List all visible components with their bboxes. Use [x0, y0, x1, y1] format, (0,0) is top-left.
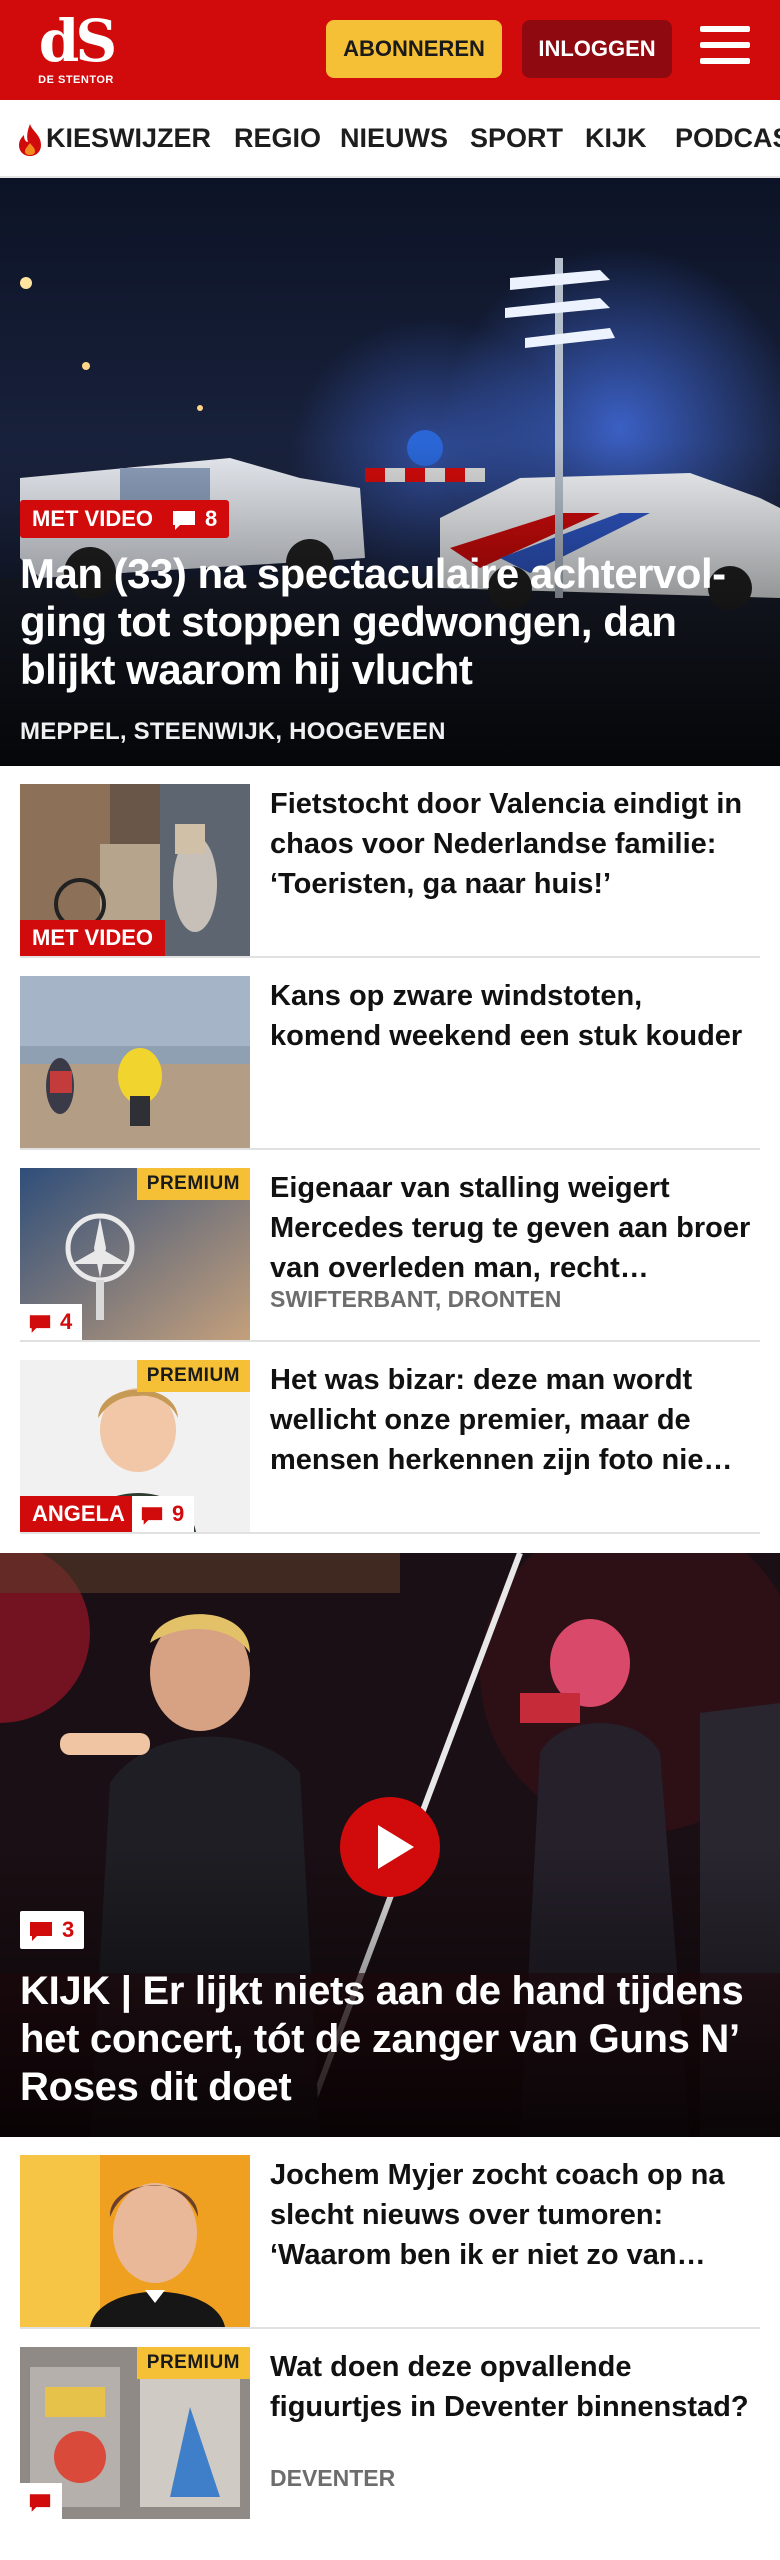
article-thumbnail: PREMIUM: [20, 2347, 250, 2519]
comment-count-value: 3: [62, 1917, 75, 1942]
list-item[interactable]: Jochem Myjer zocht coach op na slecht ni…: [20, 2137, 760, 2329]
video-badge: MET VIDEO: [20, 920, 166, 956]
nav-item-regio[interactable]: REGIO: [234, 100, 321, 176]
login-button[interactable]: INLOGGEN: [522, 20, 672, 78]
article-title[interactable]: Eigenaar van stalling weigert Mercedes t…: [270, 1168, 760, 1288]
premium-badge: PREMIUM: [136, 2347, 250, 2379]
logo-subtitle: DE STENTOR: [38, 74, 114, 86]
comment-count[interactable]: 3: [20, 1911, 85, 1949]
premium-badge: PREMIUM: [136, 1360, 250, 1392]
premium-badge: PREMIUM: [136, 1168, 250, 1200]
nav-item-sport[interactable]: SPORT: [470, 100, 563, 176]
list-item[interactable]: MET VIDEO Fietstocht door Valencia eindi…: [20, 766, 760, 958]
nav-item-kijk[interactable]: KIJK: [585, 100, 647, 176]
comment-count-value: 4: [60, 1309, 73, 1334]
list-item[interactable]: Kans op zware windstoten, komend weekend…: [20, 958, 760, 1150]
comment-count[interactable]: 9: [132, 1496, 195, 1532]
play-button[interactable]: [340, 1797, 440, 1897]
nav-label: KIESWIJZER: [46, 123, 212, 153]
comment-count[interactable]: [20, 2483, 62, 2519]
nav-item-podcast[interactable]: PODCAS: [675, 100, 780, 176]
flame-icon: [19, 123, 41, 156]
hero-title[interactable]: Man (33) na spectaculaire achtervol-ging…: [20, 550, 760, 694]
section-nav: KIESWIJZER REGIO NIEUWS SPORT KIJK PODCA…: [0, 100, 780, 178]
comment-icon: [29, 1314, 51, 1333]
comment-icon: [173, 511, 196, 531]
hero-article[interactable]: MET VIDEO 8 Man (33) na spectaculaire ac…: [0, 178, 780, 766]
play-icon: [378, 1825, 414, 1869]
article-title[interactable]: Wat doen deze opvallende figuurtjes in D…: [270, 2347, 760, 2427]
nav-item-nieuws[interactable]: NIEUWS: [340, 100, 448, 176]
hero-location: MEPPEL, STEENWIJK, HOOGEVEEN: [20, 718, 446, 745]
article-thumbnail: PREMIUM ANGELA 9: [20, 1360, 250, 1532]
article-thumbnail: [20, 976, 250, 1148]
article-thumbnail: PREMIUM 4: [20, 1168, 250, 1340]
article-title[interactable]: Jochem Myjer zocht coach op na slecht ni…: [270, 2155, 760, 2275]
comment-icon: [30, 1922, 52, 1942]
article-thumbnail: MET VIDEO: [20, 784, 250, 956]
nav-item-kieswijzer[interactable]: KIESWIJZER: [16, 100, 211, 176]
site-logo[interactable]: dS DE STENTOR: [28, 10, 124, 90]
article-title[interactable]: Het was bizar: deze man wordt wellicht o…: [270, 1360, 760, 1480]
article-thumbnail: [20, 2155, 250, 2327]
comment-count[interactable]: 8: [165, 500, 230, 538]
subscribe-button[interactable]: ABONNEREN: [326, 20, 502, 78]
comment-count-value: 9: [172, 1501, 185, 1526]
video-badge: MET VIDEO: [20, 500, 166, 538]
video-article[interactable]: 3 KIJK | Er lijkt niets aan de hand tijd…: [0, 1553, 780, 2137]
article-title[interactable]: Fietstocht door Valencia eindigt in chao…: [270, 784, 760, 904]
article-location: SWIFTERBANT, DRONTEN: [270, 1286, 562, 1312]
site-header: dS DE STENTOR ABONNEREN INLOGGEN: [0, 0, 780, 100]
comment-icon: [29, 2493, 51, 2512]
comment-count[interactable]: 4: [20, 1304, 83, 1340]
video-title[interactable]: KIJK | Er lijkt niets aan de hand tijden…: [20, 1967, 770, 2111]
comment-count-value: 8: [205, 506, 218, 531]
list-item[interactable]: PREMIUM ANGELA 9 Het was bizar: deze man…: [20, 1342, 760, 1534]
menu-icon[interactable]: [700, 26, 752, 72]
tag-badge[interactable]: ANGELA: [20, 1496, 137, 1532]
article-location: DEVENTER: [270, 2465, 396, 2491]
comment-icon: [141, 1506, 163, 1525]
logo-mark: dS: [38, 7, 117, 75]
list-item[interactable]: PREMIUM 4 Eigenaar van stalling weigert …: [20, 1150, 760, 1342]
list-item[interactable]: PREMIUM Wat doen deze opvallende figuurt…: [20, 2329, 760, 2560]
article-title[interactable]: Kans op zware windstoten, komend weekend…: [270, 976, 760, 1056]
